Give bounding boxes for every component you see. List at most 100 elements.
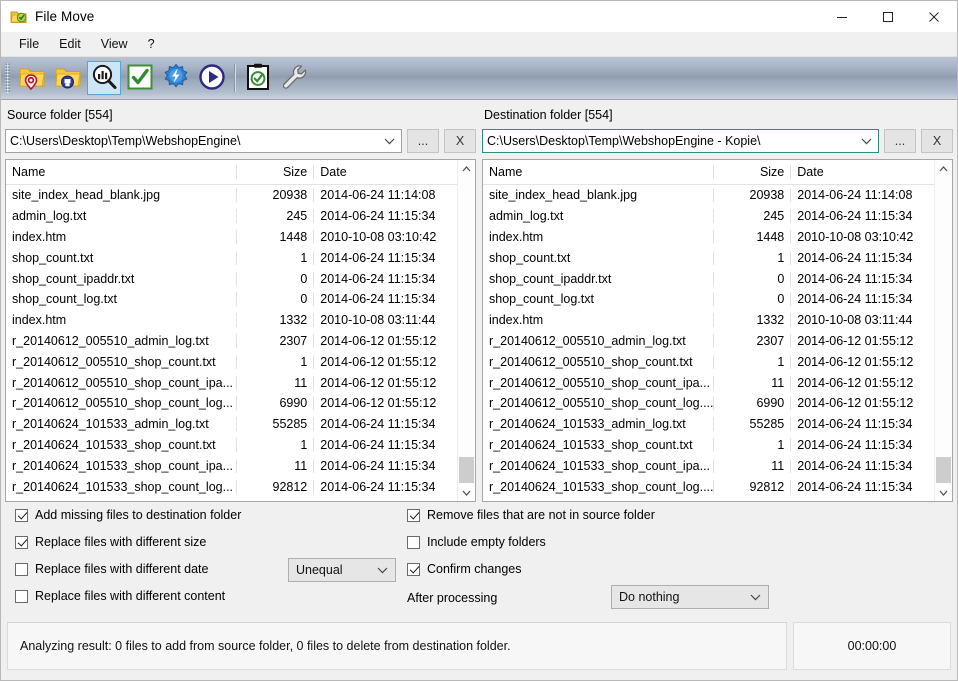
- table-row[interactable]: r_20140612_005510_shop_count.txt 1 2014-06…: [483, 351, 934, 372]
- source-clear-button[interactable]: X: [444, 129, 476, 153]
- table-row[interactable]: shop_count_log.txt 0 2014-06-24 11:15:34: [483, 289, 934, 310]
- table-row[interactable]: index.htm 1448 2010-10-08 03:10:42: [483, 227, 934, 248]
- table-row[interactable]: shop_count.txt 1 2014-06-24 11:15:34: [483, 247, 934, 268]
- destination-folder-label: Destination folder [554]: [484, 108, 613, 122]
- option-confirm-changes[interactable]: Confirm changes: [407, 562, 522, 576]
- menu-view[interactable]: View: [91, 34, 138, 54]
- log-button[interactable]: [241, 61, 275, 95]
- menu-edit[interactable]: Edit: [49, 34, 91, 54]
- table-row[interactable]: r_20140612_005510_shop_count_log.... 6990…: [483, 393, 934, 414]
- table-row[interactable]: r_20140624_101533_shop_count_log... 92812…: [6, 476, 457, 497]
- destination-clear-button[interactable]: X: [921, 129, 953, 153]
- option-remove-not-in-source[interactable]: Remove files that are not in source fold…: [407, 508, 655, 522]
- cell-date: 2014-06-24 11:15:34: [313, 479, 457, 494]
- cell-name: site_index_head_blank.jpg: [12, 188, 161, 203]
- scroll-up-icon[interactable]: [458, 160, 475, 177]
- column-header-date[interactable]: Date: [313, 165, 457, 179]
- scroll-up-icon[interactable]: [935, 160, 952, 177]
- chevron-down-icon[interactable]: [861, 130, 872, 152]
- option-include-empty-folders[interactable]: Include empty folders: [407, 535, 546, 549]
- table-row[interactable]: r_20140624_101533_shop_count_ipa... 11 201…: [6, 455, 457, 476]
- table-row[interactable]: admin_log.txt 245 2014-06-24 11:15:34: [483, 206, 934, 227]
- table-row[interactable]: shop_count_ipaddr.txt 0 2014-06-24 11:15:3…: [483, 268, 934, 289]
- scrollbar-thumb[interactable]: [936, 457, 951, 483]
- column-header-name[interactable]: Name: [6, 165, 236, 179]
- table-row[interactable]: r_20140612_005510_admin_log.txt 2307 2014-…: [6, 331, 457, 352]
- table-row[interactable]: admin_log.txt 245 2014-06-24 11:15:34: [6, 206, 457, 227]
- checkbox-add-missing-files[interactable]: [15, 508, 28, 522]
- destination-file-list[interactable]: Name Size Date site_index_head_blank.jpg…: [482, 159, 953, 502]
- option-replace-different-content[interactable]: Replace files with different content: [15, 589, 225, 603]
- checkbox-include-empty-folders[interactable]: [407, 535, 420, 549]
- table-row[interactable]: r_20140612_005510_shop_count_ipa... 11 201…: [483, 372, 934, 393]
- fast-sync-button[interactable]: [159, 61, 193, 95]
- table-row[interactable]: site_index_head_blank.jpg 20938 2014-06-24…: [6, 185, 457, 206]
- source-file-list[interactable]: Name Size Date site_index_head_blank.jpg…: [5, 159, 476, 502]
- cell-name: r_20140624_101533_admin_log.txt: [489, 417, 686, 432]
- checkbox-replace-different-date[interactable]: [15, 562, 28, 576]
- table-row[interactable]: shop_count.txt 1 2014-06-24 11:15:34: [6, 247, 457, 268]
- checkbox-confirm-changes[interactable]: [407, 562, 420, 576]
- date-compare-mode-dropdown[interactable]: Unequal: [288, 558, 396, 582]
- checkbox-replace-different-content[interactable]: [15, 589, 28, 603]
- option-add-missing-files[interactable]: Add missing files to destination folder: [15, 508, 241, 522]
- table-row[interactable]: r_20140624_101533_shop_count_ipa... 11 201…: [483, 455, 934, 476]
- toolbar: [1, 57, 957, 100]
- analyze-button[interactable]: [87, 61, 121, 95]
- scrollbar-thumb[interactable]: [459, 457, 474, 483]
- column-header-date[interactable]: Date: [790, 165, 934, 179]
- close-icon[interactable]: [911, 1, 957, 32]
- after-processing-dropdown[interactable]: Do nothing: [611, 585, 769, 609]
- destination-pane: Destination folder [554] C:\Users\Deskto…: [482, 106, 953, 153]
- table-row[interactable]: r_20140624_101533_shop_count.txt 1 2014-06…: [6, 435, 457, 456]
- chevron-down-icon[interactable]: [377, 559, 388, 581]
- settings-button[interactable]: [277, 61, 311, 95]
- table-row[interactable]: index.htm 1332 2010-10-08 03:11:44: [483, 310, 934, 331]
- select-source-folder-button[interactable]: [15, 61, 49, 95]
- table-row[interactable]: r_20140612_005510_shop_count_log... 6990 2…: [6, 393, 457, 414]
- apply-button[interactable]: [123, 61, 157, 95]
- scroll-down-icon[interactable]: [935, 484, 952, 501]
- table-row[interactable]: r_20140624_101533_admin_log.txt 55285 2014…: [6, 414, 457, 435]
- table-row[interactable]: shop_count_log.txt 0 2014-06-24 11:15:34: [6, 289, 457, 310]
- blue-gear-lightning-icon: [161, 62, 191, 95]
- table-row[interactable]: index.htm 1448 2010-10-08 03:10:42: [6, 227, 457, 248]
- maximize-icon[interactable]: [865, 1, 911, 32]
- table-row[interactable]: r_20140612_005510_admin_log.txt 2307 2014-…: [483, 331, 934, 352]
- destination-browse-button[interactable]: ...: [884, 129, 916, 153]
- checkbox-remove-not-in-source[interactable]: [407, 508, 420, 522]
- column-header-size[interactable]: Size: [235, 165, 313, 179]
- status-bar: Analyzing result: 0 files to add from so…: [7, 622, 951, 670]
- select-destination-folder-button[interactable]: [51, 61, 85, 95]
- column-header-name[interactable]: Name: [483, 165, 713, 179]
- source-path-combobox[interactable]: C:\Users\Desktop\Temp\WebshopEngine\: [5, 129, 402, 153]
- menu-file[interactable]: File: [9, 34, 49, 54]
- toolbar-grip[interactable]: [5, 63, 10, 93]
- table-row[interactable]: r_20140612_005510_shop_count_ipa... 11 201…: [6, 372, 457, 393]
- menu-help[interactable]: ?: [138, 34, 165, 54]
- table-row[interactable]: r_20140612_005510_shop_count.txt 1 2014-06…: [6, 351, 457, 372]
- destination-list-scrollbar[interactable]: [934, 160, 952, 501]
- chevron-down-icon[interactable]: [750, 586, 761, 608]
- table-row[interactable]: index.htm 1332 2010-10-08 03:11:44: [6, 310, 457, 331]
- source-browse-button[interactable]: ...: [407, 129, 439, 153]
- table-row[interactable]: r_20140624_101533_shop_count_log.... 9281…: [483, 476, 934, 497]
- table-row[interactable]: site_index_head_blank.jpg 20938 2014-06-24…: [483, 185, 934, 206]
- source-list-scrollbar[interactable]: [457, 160, 475, 501]
- window-controls: [819, 1, 957, 32]
- start-button[interactable]: [195, 61, 229, 95]
- option-replace-different-date[interactable]: Replace files with different date: [15, 562, 208, 576]
- table-row[interactable]: r_20140624_101533_admin_log.txt 55285 2014…: [483, 414, 934, 435]
- cell-size: 1: [235, 437, 313, 452]
- source-list-rows: site_index_head_blank.jpg 20938 2014-06-24…: [6, 185, 457, 501]
- table-row[interactable]: shop_count_ipaddr.txt 0 2014-06-24 11:15:3…: [6, 268, 457, 289]
- column-header-size[interactable]: Size: [712, 165, 790, 179]
- scroll-down-icon[interactable]: [458, 484, 475, 501]
- after-processing-value: Do nothing: [619, 590, 680, 604]
- table-row[interactable]: r_20140624_101533_shop_count.txt 1 2014-06…: [483, 435, 934, 456]
- destination-path-combobox[interactable]: C:\Users\Desktop\Temp\WebshopEngine - Ko…: [482, 129, 879, 153]
- checkbox-replace-different-size[interactable]: [15, 535, 28, 549]
- chevron-down-icon[interactable]: [384, 130, 395, 152]
- minimize-icon[interactable]: [819, 1, 865, 32]
- option-replace-different-size[interactable]: Replace files with different size: [15, 535, 206, 549]
